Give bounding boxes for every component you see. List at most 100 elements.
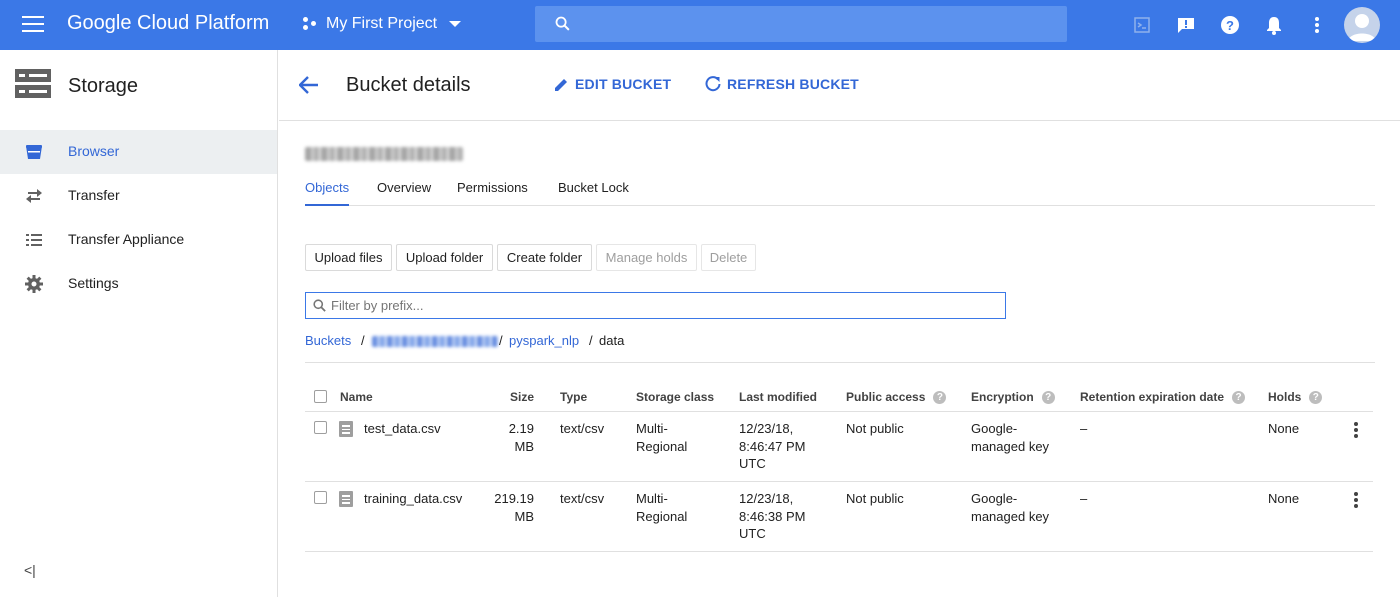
column-header-encryption[interactable]: Encryption?	[971, 390, 1055, 404]
delete-button[interactable]: Delete	[701, 244, 756, 271]
breadcrumb-bucket-redacted[interactable]	[372, 336, 498, 347]
column-header-storage-class[interactable]: Storage class	[636, 390, 714, 404]
bucket-icon	[24, 142, 44, 162]
column-header-label: Encryption	[971, 390, 1034, 404]
tab-bucket-lock[interactable]: Bucket Lock	[558, 180, 629, 206]
notifications-icon[interactable]	[1262, 13, 1286, 37]
divider	[305, 362, 1375, 363]
file-icon	[339, 421, 353, 437]
upload-files-button[interactable]: Upload files	[305, 244, 392, 271]
refresh-bucket-label: REFRESH BUCKET	[727, 76, 859, 92]
file-size-unit: MB	[514, 438, 535, 454]
storage-class-line: Regional	[636, 438, 688, 454]
select-all-checkbox[interactable]	[314, 390, 327, 403]
create-folder-button[interactable]: Create folder	[497, 244, 592, 271]
sidebar-item-browser[interactable]: Browser	[0, 130, 277, 174]
breadcrumb-separator: /	[361, 333, 365, 348]
page-header: Bucket details EDIT BUCKET REFRESH BUCKE…	[279, 50, 1400, 121]
tab-objects[interactable]: Objects	[305, 180, 350, 206]
row-checkbox[interactable]	[314, 421, 327, 434]
filter-input[interactable]	[331, 296, 991, 315]
column-header-label: Retention expiration date	[1080, 390, 1225, 404]
left-nav: Storage Browser Transfer Transfer Applia…	[0, 50, 278, 597]
column-header-size[interactable]: Size	[510, 390, 534, 404]
page-title: Bucket details	[346, 74, 471, 96]
last-modified-line: 12/23/18,	[739, 491, 794, 506]
more-vert-icon[interactable]	[1348, 420, 1364, 440]
encryption-line: Google-	[971, 491, 1018, 506]
public-access: Not public	[846, 421, 904, 436]
file-name-link[interactable]: test_data.csv	[364, 420, 441, 438]
transfer-icon	[24, 186, 44, 206]
column-header-retention[interactable]: Retention expiration date?	[1080, 390, 1246, 404]
more-vert-icon[interactable]	[1305, 13, 1329, 37]
file-size: 2.19 MB	[508, 420, 534, 455]
file-name-link[interactable]: training_data.csv	[364, 490, 462, 508]
last-modified-line: 8:46:38 PM	[739, 508, 806, 524]
column-header-label: Size	[510, 390, 535, 404]
file-type: text/csv	[560, 491, 605, 506]
file-size-unit: MB	[514, 508, 535, 524]
transfer-appliance-icon	[24, 230, 44, 250]
sidebar-item-transfer[interactable]: Transfer	[0, 174, 277, 218]
column-header-public-access[interactable]: Public access?	[846, 390, 947, 404]
back-arrow-icon[interactable]	[298, 76, 319, 99]
encryption-line: managed key	[971, 508, 1050, 524]
column-header-label: Name	[340, 390, 373, 404]
column-header-label: Type	[560, 390, 588, 404]
column-header-holds[interactable]: Holds?	[1268, 390, 1323, 404]
breadcrumb-separator: /	[499, 333, 503, 348]
column-header-label: Storage class	[636, 390, 715, 404]
last-modified: 12/23/18, 8:46:47 PM UTC	[739, 420, 806, 473]
last-modified-line: 12/23/18,	[739, 421, 794, 436]
help-icon[interactable]: ?	[933, 390, 947, 404]
column-header-last-modified[interactable]: Last modified	[739, 390, 817, 404]
sidebar-item-label: Browser	[68, 143, 120, 159]
feedback-icon[interactable]	[1174, 13, 1198, 37]
column-header-type[interactable]: Type	[560, 390, 587, 404]
edit-bucket-button[interactable]: EDIT BUCKET	[554, 76, 671, 92]
divider	[305, 551, 1373, 552]
chevron-down-icon	[449, 21, 462, 27]
search-bar[interactable]	[535, 6, 1067, 42]
manage-holds-button[interactable]: Manage holds	[596, 244, 697, 271]
storage-class-line: Multi-	[636, 421, 668, 436]
refresh-bucket-button[interactable]: REFRESH BUCKET	[705, 76, 859, 92]
brand-title[interactable]: Google Cloud Platform	[67, 12, 269, 35]
help-icon[interactable]: ?	[1309, 390, 1323, 404]
storage-class-line: Multi-	[636, 491, 668, 506]
last-modified-line: UTC	[739, 526, 766, 541]
sidebar-item-transfer-appliance[interactable]: Transfer Appliance	[0, 218, 277, 262]
file-size: 219.19 MB	[490, 490, 534, 525]
sidebar-item-settings[interactable]: Settings	[0, 262, 277, 306]
retention-date: –	[1080, 421, 1088, 436]
refresh-icon	[705, 76, 721, 92]
menu-icon[interactable]	[22, 16, 44, 34]
svg-text:?: ?	[1226, 18, 1234, 33]
retention-date: –	[1080, 491, 1088, 506]
tab-overview[interactable]: Overview	[377, 180, 431, 206]
help-icon[interactable]: ?	[1232, 390, 1246, 404]
tab-permissions[interactable]: Permissions	[457, 180, 528, 206]
encryption-line: Google-	[971, 421, 1018, 436]
file-icon	[339, 491, 353, 507]
upload-folder-button[interactable]: Upload folder	[396, 244, 493, 271]
account-avatar[interactable]	[1344, 7, 1380, 43]
public-access: Not public	[846, 491, 904, 506]
more-vert-icon[interactable]	[1348, 490, 1364, 510]
bucket-name-redacted	[305, 147, 463, 161]
breadcrumb-folder[interactable]: pyspark_nlp	[509, 333, 579, 348]
encryption-line: managed key	[971, 438, 1050, 454]
last-modified-line: UTC	[739, 456, 766, 471]
breadcrumb-buckets[interactable]: Buckets	[305, 333, 351, 348]
search-icon	[555, 16, 570, 31]
cloud-shell-icon[interactable]	[1130, 13, 1154, 37]
project-selector[interactable]: My First Project	[303, 15, 462, 33]
help-icon[interactable]: ?	[1041, 390, 1055, 404]
row-checkbox[interactable]	[314, 491, 327, 504]
column-header-label: Holds	[1268, 390, 1302, 404]
collapse-nav-button[interactable]: <|	[24, 562, 36, 578]
column-header-name[interactable]: Name	[340, 390, 373, 404]
help-icon[interactable]: ?	[1218, 13, 1242, 37]
holds: None	[1268, 421, 1300, 436]
